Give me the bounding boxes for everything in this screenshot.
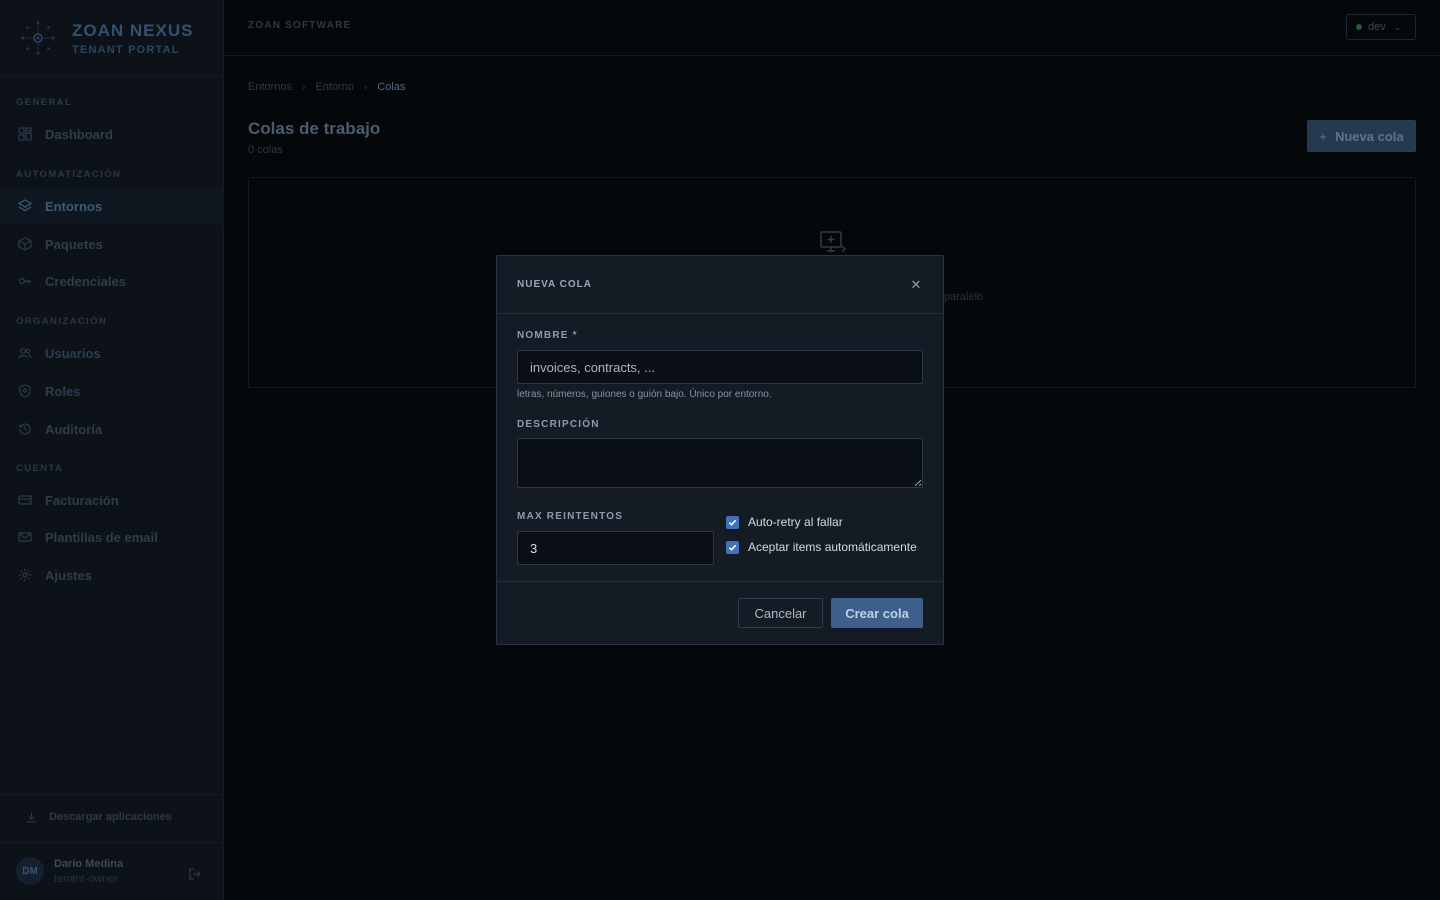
queue-count: 0 colas bbox=[248, 144, 283, 156]
layers-icon bbox=[18, 199, 32, 213]
dialog-header: NUEVA COLA ✕ bbox=[497, 256, 943, 314]
sidebar-item-label: Entornos bbox=[45, 198, 103, 214]
key-icon bbox=[18, 274, 32, 288]
description-field[interactable] bbox=[517, 438, 923, 488]
brand[interactable]: ZOAN NEXUS TENANT PORTAL bbox=[0, 0, 223, 77]
download-label: Descargar aplicaciones bbox=[49, 811, 172, 823]
sidebar-item-auditoria[interactable]: Auditoría bbox=[0, 410, 223, 448]
brand-title: ZOAN NEXUS bbox=[72, 20, 194, 40]
empty-state-text: paralelo bbox=[944, 291, 984, 303]
section-label-general: GENERAL bbox=[16, 97, 73, 108]
sidebar-item-label: Credenciales bbox=[45, 273, 126, 289]
org-name: ZOAN SOFTWARE bbox=[248, 20, 352, 31]
sidebar-item-paquetes[interactable]: Paquetes bbox=[0, 225, 223, 263]
section-label-automatizacion: AUTOMATIZACIÓN bbox=[16, 169, 122, 180]
sidebar-item-label: Roles bbox=[45, 383, 81, 399]
sidebar-item-credenciales[interactable]: Credenciales bbox=[0, 262, 223, 300]
users-icon bbox=[18, 346, 32, 360]
breadcrumb-item-entornos[interactable]: Entornos bbox=[248, 81, 292, 93]
sidebar: ZOAN NEXUS TENANT PORTAL GENERAL Dashboa… bbox=[0, 0, 224, 900]
check-icon bbox=[728, 519, 737, 526]
sidebar-item-label: Plantillas de email bbox=[45, 529, 158, 545]
auto-retry-checkbox[interactable] bbox=[726, 515, 739, 529]
auto-retry-label: Auto-retry al fallar bbox=[748, 515, 843, 529]
max-retries-label: MAX REINTENTOS bbox=[517, 511, 624, 522]
auto-accept-checkbox[interactable] bbox=[726, 540, 739, 554]
chevron-down-icon: ⌄ bbox=[1393, 21, 1402, 32]
check-icon bbox=[728, 544, 737, 551]
sidebar-item-label: Auditoría bbox=[45, 421, 103, 437]
new-queue-button[interactable]: + Nueva cola bbox=[1307, 120, 1416, 152]
sidebar-item-ajustes[interactable]: Ajustes bbox=[0, 556, 223, 594]
user-role: tenant-owner bbox=[54, 872, 119, 885]
sidebar-item-label: Facturación bbox=[45, 492, 119, 508]
plus-icon: + bbox=[1319, 128, 1327, 144]
box-icon bbox=[18, 237, 32, 251]
credit-card-icon bbox=[18, 493, 32, 507]
logout-icon[interactable] bbox=[189, 868, 201, 880]
breadcrumb-item-entorno[interactable]: Entorno bbox=[315, 81, 354, 93]
sidebar-item-plantillas[interactable]: Plantillas de email bbox=[0, 518, 223, 556]
logo-icon bbox=[21, 21, 55, 55]
user-name: Dario Medina bbox=[54, 857, 124, 870]
auto-accept-label: Aceptar items automáticamente bbox=[748, 540, 917, 554]
brand-subtitle: TENANT PORTAL bbox=[72, 43, 180, 56]
environment-name: dev bbox=[1368, 21, 1386, 33]
gear-icon bbox=[18, 568, 32, 582]
section-label-cuenta: CUENTA bbox=[16, 463, 64, 474]
create-queue-button[interactable]: Crear cola bbox=[831, 598, 923, 628]
download-apps-link[interactable]: Descargar aplicaciones bbox=[26, 811, 172, 823]
sidebar-item-facturacion[interactable]: Facturación bbox=[0, 481, 223, 519]
sidebar-item-roles[interactable]: Roles bbox=[0, 372, 223, 410]
section-label-organizacion: ORGANIZACIÓN bbox=[16, 316, 108, 327]
history-icon bbox=[18, 422, 32, 436]
chevron-right-icon: › bbox=[363, 81, 368, 93]
new-queue-label: Nueva cola bbox=[1334, 128, 1404, 144]
status-dot-icon bbox=[1356, 24, 1362, 30]
sidebar-item-label: Usuarios bbox=[45, 345, 101, 361]
sidebar-item-usuarios[interactable]: Usuarios bbox=[0, 334, 223, 372]
environment-selector[interactable]: dev ⌄ bbox=[1346, 14, 1416, 40]
sidebar-item-label: Dashboard bbox=[45, 126, 113, 142]
name-input[interactable] bbox=[517, 350, 923, 384]
sidebar-item-entornos[interactable]: Entornos bbox=[0, 187, 223, 225]
user-profile[interactable]: DM Dario Medina tenant-owner bbox=[16, 857, 123, 885]
cancel-button[interactable]: Cancelar bbox=[738, 598, 823, 628]
dialog-title: NUEVA COLA bbox=[517, 279, 592, 290]
breadcrumb: Entornos › Entorno › Colas bbox=[248, 81, 405, 93]
topbar: ZOAN SOFTWARE dev ⌄ bbox=[224, 0, 1440, 56]
dialog-footer-divider bbox=[497, 581, 943, 582]
max-retries-input[interactable] bbox=[517, 531, 714, 565]
download-icon bbox=[26, 812, 37, 823]
auto-retry-checkbox-row[interactable]: Auto-retry al fallar bbox=[726, 515, 843, 529]
name-hint: letras, números, guiones o guión bajo. Ú… bbox=[517, 389, 772, 400]
grid-icon bbox=[18, 127, 32, 141]
divider bbox=[0, 794, 223, 795]
avatar: DM bbox=[16, 857, 44, 885]
shield-icon bbox=[18, 384, 32, 398]
sidebar-item-label: Paquetes bbox=[45, 236, 103, 252]
mail-icon bbox=[18, 530, 32, 544]
name-label: NOMBRE * bbox=[517, 330, 578, 341]
new-queue-dialog: NUEVA COLA ✕ NOMBRE * letras, números, g… bbox=[496, 255, 944, 645]
add-queue-icon bbox=[820, 231, 847, 253]
page-title: Colas de trabajo bbox=[248, 119, 381, 138]
breadcrumb-item-colas: Colas bbox=[377, 81, 406, 93]
description-label: DESCRIPCIÓN bbox=[517, 419, 600, 430]
sidebar-item-dashboard[interactable]: Dashboard bbox=[0, 115, 223, 153]
divider bbox=[0, 842, 223, 843]
close-icon[interactable]: ✕ bbox=[909, 278, 923, 292]
chevron-right-icon: › bbox=[302, 81, 306, 93]
sidebar-item-label: Ajustes bbox=[45, 567, 92, 583]
auto-accept-checkbox-row[interactable]: Aceptar items automáticamente bbox=[726, 540, 917, 554]
